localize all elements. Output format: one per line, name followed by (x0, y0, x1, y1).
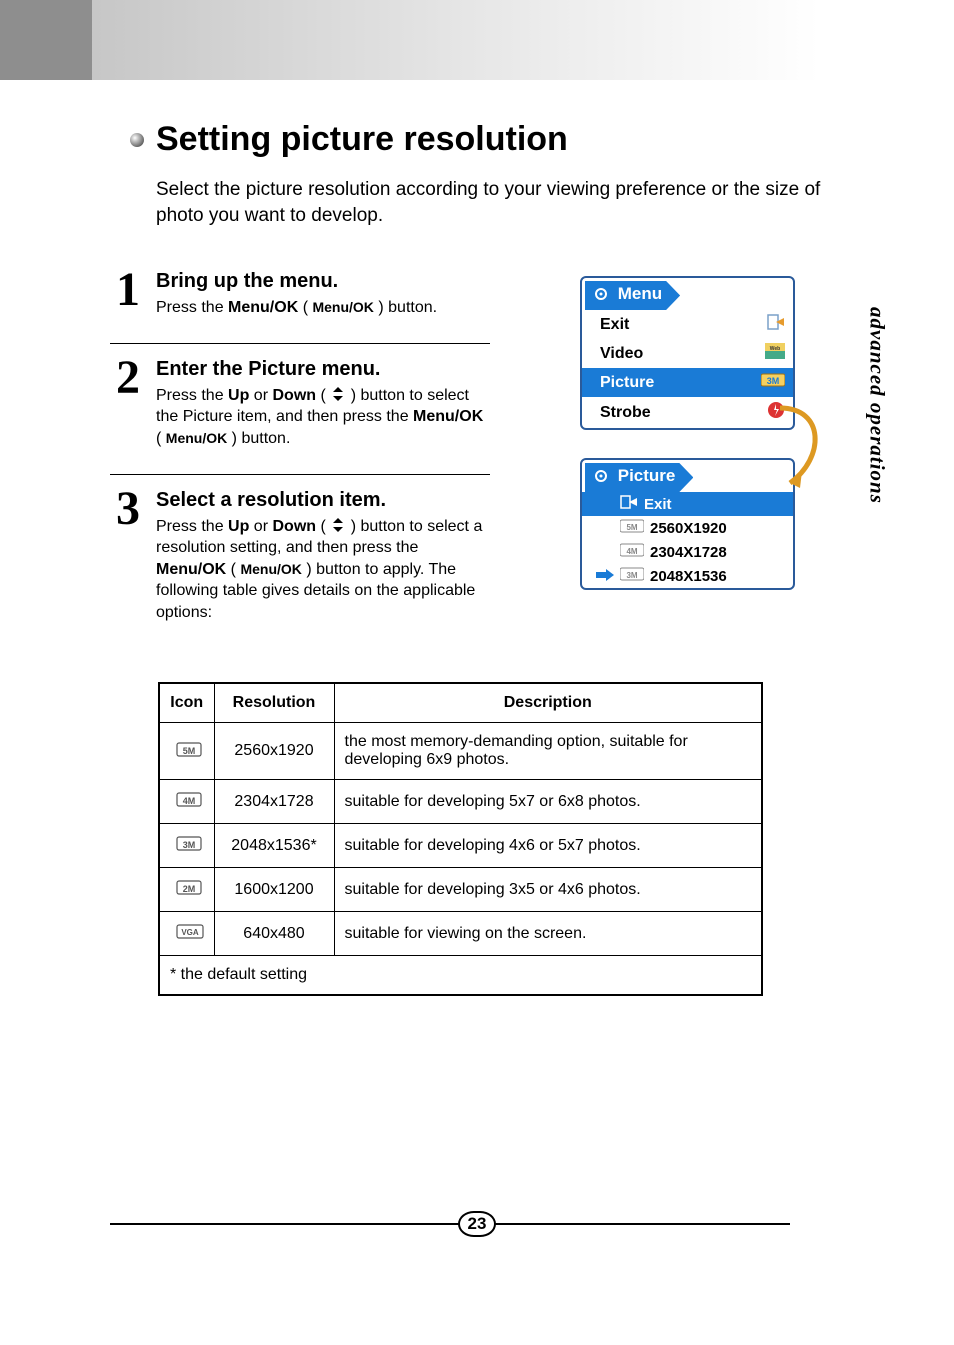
picture-row-2304[interactable]: 4M 2304X1728 (582, 540, 793, 564)
svg-text:Web: Web (770, 346, 780, 352)
intro-text: Select the picture resolution according … (156, 177, 830, 228)
svg-text:3M: 3M (182, 840, 195, 850)
menu-row-label: Strobe (600, 404, 651, 422)
res-3m-icon: 3M (761, 372, 785, 393)
menu-row-label: Video (600, 345, 643, 363)
exit-icon (620, 495, 638, 513)
res-vga-icon: VGA (176, 922, 198, 938)
table-row: VGA 640x480 suitable for viewing on the … (159, 912, 762, 956)
table-row: 4M 2304x1728 suitable for developing 5x7… (159, 780, 762, 824)
page-number: 23 (458, 1211, 496, 1237)
picture-row-2560[interactable]: 5M 2560X1920 (582, 516, 793, 540)
picture-row-label: 2048X1536 (650, 568, 727, 585)
res-5m-icon: 5M (176, 740, 198, 756)
video-icon: Web (765, 343, 785, 364)
picture-panel-title: Picture (585, 463, 693, 492)
menu-ok-icon: Menu/OK (166, 430, 227, 446)
res-4m-icon: 4M (620, 543, 644, 561)
page-title: Setting picture resolution (156, 120, 568, 159)
svg-text:2M: 2M (182, 884, 195, 894)
step-2: 2 Enter the Picture menu. Press the Up o… (110, 344, 490, 475)
step-1-title: Bring up the menu. (156, 270, 490, 293)
step-3-text: Press the Up or Down ( ) button to selec… (156, 516, 490, 624)
menu-row-video[interactable]: Video Web (582, 339, 793, 368)
exit-icon (767, 314, 785, 335)
menu-row-picture[interactable]: Picture 3M (582, 368, 793, 397)
menu-ok-icon: Menu/OK (312, 299, 373, 315)
menu-panel-title: Menu (585, 281, 680, 310)
picture-panel: Picture Exit 5M 2560X1920 4M (580, 458, 795, 590)
table-footnote: * the default setting (159, 956, 762, 996)
strobe-icon (767, 401, 785, 424)
menu-ok-icon: Menu/OK (240, 561, 301, 577)
step-1: 1 Bring up the menu. Press the Menu/OK (… (110, 256, 490, 344)
res-4m-icon: 4M (176, 790, 198, 806)
step-2-number: 2 (110, 358, 146, 399)
res-5m-icon: 5M (620, 519, 644, 537)
svg-text:5M: 5M (182, 746, 195, 756)
res-3m-icon: 3M (176, 834, 198, 850)
svg-text:3M: 3M (767, 376, 780, 386)
footer-rule (110, 1223, 790, 1225)
up-down-icon (330, 517, 346, 533)
res-3m-icon: 3M (620, 567, 644, 585)
step-1-number: 1 (110, 270, 146, 311)
picture-row-label: Exit (644, 496, 672, 513)
th-res: Resolution (214, 683, 334, 723)
svg-text:3M: 3M (626, 571, 637, 580)
th-desc: Description (334, 683, 762, 723)
up-down-icon (330, 386, 346, 402)
table-row: 3M 2048x1536* suitable for developing 4x… (159, 824, 762, 868)
th-icon: Icon (159, 683, 214, 723)
picture-row-2048[interactable]: 3M 2048X1536 (582, 564, 793, 588)
header-gradient (0, 0, 820, 80)
res-2m-icon: 2M (176, 878, 198, 894)
picture-row-label: 2304X1728 (650, 544, 727, 561)
svg-text:4M: 4M (626, 547, 637, 556)
step-2-text: Press the Up or Down ( ) button to selec… (156, 385, 490, 450)
gear-icon (593, 286, 609, 307)
menu-row-label: Picture (600, 374, 654, 392)
step-1-text: Press the Menu/OK ( Menu/OK ) button. (156, 297, 490, 319)
step-2-title: Enter the Picture menu. (156, 358, 490, 381)
side-tab-label: advanced operations (862, 260, 892, 550)
table-row: 2M 1600x1200 suitable for developing 3x5… (159, 868, 762, 912)
picture-row-exit[interactable]: Exit (582, 492, 793, 516)
menu-row-exit[interactable]: Exit (582, 310, 793, 339)
step-3-title: Select a resolution item. (156, 489, 490, 512)
cursor-arrow-icon (596, 568, 614, 585)
heading-bullet-icon (130, 133, 144, 147)
gear-icon (593, 468, 609, 489)
picture-row-label: 2560X1920 (650, 520, 727, 537)
resolution-table: Icon Resolution Description 5M 2560x1920… (158, 682, 763, 996)
menu-panel: Menu Exit Video Web Picture 3M (580, 276, 795, 430)
menu-row-label: Exit (600, 316, 629, 334)
svg-text:4M: 4M (182, 796, 195, 806)
svg-text:5M: 5M (626, 523, 637, 532)
menu-row-strobe[interactable]: Strobe (582, 397, 793, 428)
header-gradient-dark (0, 0, 92, 80)
step-3: 3 Select a resolution item. Press the Up… (110, 475, 490, 648)
step-3-number: 3 (110, 489, 146, 530)
table-row: 5M 2560x1920 the most memory-demanding o… (159, 723, 762, 780)
svg-text:VGA: VGA (181, 928, 199, 937)
